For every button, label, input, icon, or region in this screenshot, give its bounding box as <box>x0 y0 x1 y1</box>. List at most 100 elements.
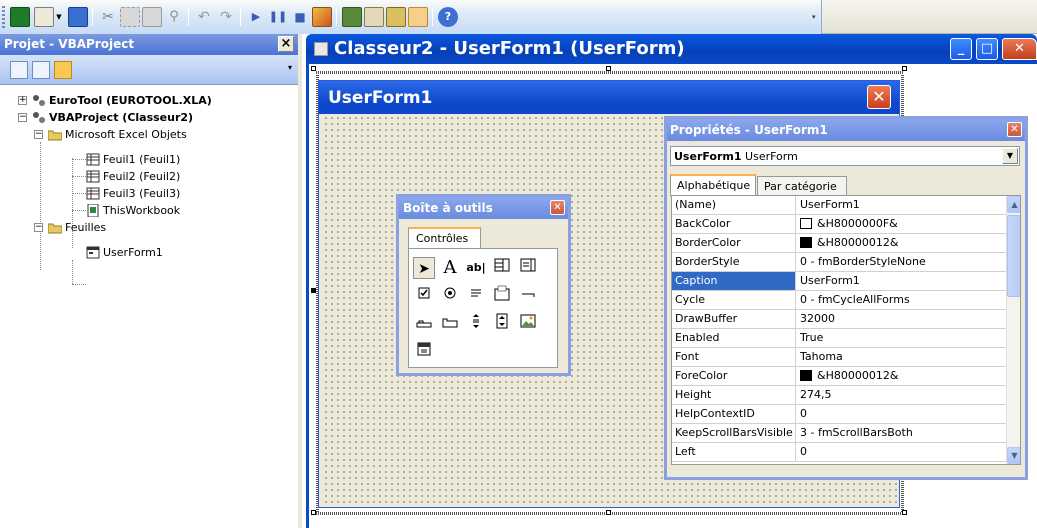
image-tool-icon[interactable] <box>517 313 539 335</box>
resize-handle[interactable] <box>606 510 611 515</box>
property-value[interactable]: UserForm1 <box>797 272 1006 290</box>
scrollbar-tool-icon[interactable] <box>465 313 487 335</box>
cut-icon[interactable]: ✂ <box>98 7 118 27</box>
resize-handle[interactable] <box>902 510 907 515</box>
tree-item-excel-objects[interactable]: − Microsoft Excel Objets <box>34 126 187 143</box>
userform-titlebar[interactable]: UserForm1 ✕ <box>319 81 899 114</box>
tree-item-feuil1[interactable]: Feuil1 (Feuil1) <box>86 151 180 168</box>
stop-icon[interactable]: ■ <box>290 7 310 27</box>
property-value[interactable]: &H8000000F& <box>797 215 1006 233</box>
property-value[interactable]: Tahoma <box>797 348 1006 366</box>
property-row[interactable]: Left 0 <box>672 443 1006 462</box>
textbox-tool-icon[interactable]: ab| <box>465 257 487 279</box>
property-value[interactable]: 32000 <box>797 310 1006 328</box>
toolbox-icon[interactable] <box>408 7 428 27</box>
expand-plus-icon[interactable]: + <box>18 96 27 105</box>
label-tool-icon[interactable]: A <box>439 257 461 279</box>
maximize-button[interactable]: □ <box>976 38 998 60</box>
property-row[interactable]: BorderColor &H80000012& <box>672 234 1006 253</box>
properties-window-icon[interactable] <box>364 7 384 27</box>
toolbar-options-icon[interactable]: ▾ <box>812 0 820 21</box>
collapse-minus-icon[interactable]: − <box>34 130 43 139</box>
run-icon[interactable]: ▶ <box>246 7 266 27</box>
property-row[interactable]: Font Tahoma <box>672 348 1006 367</box>
project-explorer-icon[interactable] <box>342 7 362 27</box>
designer-window-titlebar[interactable]: Classeur2 - UserForm1 (UserForm) _ □ ✕ <box>306 34 1037 64</box>
property-value[interactable]: 0 - fmBorderStyleNone <box>797 253 1006 271</box>
undo-icon[interactable]: ↶ <box>194 7 214 27</box>
chevron-down-icon[interactable]: ▼ <box>1002 148 1018 164</box>
tab-alphabetique[interactable]: Alphabétique <box>670 174 756 196</box>
tree-item-userform1[interactable]: UserForm1 <box>86 244 163 261</box>
property-row[interactable]: BackColor &H8000000F& <box>672 215 1006 234</box>
resize-handle[interactable] <box>311 66 316 71</box>
scroll-up-icon[interactable]: ▲ <box>1007 196 1020 213</box>
close-button[interactable]: ✕ <box>1002 38 1037 60</box>
tree-item-vbaproject[interactable]: − VBAProject (Classeur2) <box>18 109 193 126</box>
property-row[interactable]: KeepScrollBarsVisible 3 - fmScrollBarsBot… <box>672 424 1006 443</box>
property-row[interactable]: Height 274,5 <box>672 386 1006 405</box>
resize-handle[interactable] <box>311 288 316 293</box>
property-value[interactable]: 0 <box>797 443 1006 461</box>
property-value[interactable]: &H80000012& <box>797 234 1006 252</box>
tabstrip-tool-icon[interactable] <box>413 313 435 335</box>
tree-item-thisworkbook[interactable]: ThisWorkbook <box>86 202 180 219</box>
chevron-down-icon[interactable]: ▼ <box>54 7 64 27</box>
close-icon[interactable]: ✕ <box>867 85 891 109</box>
frame-tool-icon[interactable] <box>491 285 513 307</box>
minimize-button[interactable]: _ <box>950 38 972 60</box>
property-value[interactable]: UserForm1 <box>797 196 1006 214</box>
toolbox-titlebar[interactable]: Boîte à outils ✕ <box>399 197 568 219</box>
property-row[interactable]: ForeColor &H80000012& <box>672 367 1006 386</box>
property-row[interactable]: HelpContextID 0 <box>672 405 1006 424</box>
paste-icon[interactable] <box>142 7 162 27</box>
object-browser-icon[interactable] <box>386 7 406 27</box>
multipage-tool-icon[interactable] <box>439 313 461 335</box>
find-icon[interactable]: ⚲ <box>164 7 184 27</box>
property-row[interactable]: DrawBuffer 32000 <box>672 310 1006 329</box>
view-object-icon[interactable] <box>32 61 50 79</box>
checkbox-tool-icon[interactable] <box>413 285 435 307</box>
resize-handle[interactable] <box>606 66 611 71</box>
property-row[interactable]: Enabled True <box>672 329 1006 348</box>
redo-icon[interactable]: ↷ <box>216 7 236 27</box>
toggle-folders-icon[interactable] <box>54 61 72 79</box>
property-value[interactable]: True <box>797 329 1006 347</box>
close-icon[interactable]: ✕ <box>550 200 565 215</box>
view-code-icon[interactable] <box>10 61 28 79</box>
property-value[interactable]: 3 - fmScrollBarsBoth <box>797 424 1006 442</box>
tree-item-eurotool[interactable]: + EuroTool (EUROTOOL.XLA) <box>18 92 212 109</box>
object-selector-combo[interactable]: UserForm1 UserForm ▼ <box>670 146 1020 166</box>
property-row[interactable]: BorderStyle 0 - fmBorderStyleNone <box>672 253 1006 272</box>
toolbar-options-icon[interactable]: ▾ <box>288 63 292 72</box>
combobox-tool-icon[interactable] <box>491 257 513 279</box>
property-value[interactable]: 0 - fmCycleAllForms <box>797 291 1006 309</box>
pause-icon[interactable]: ❚❚ <box>268 7 288 27</box>
listbox-tool-icon[interactable] <box>517 257 539 279</box>
refedit-tool-icon[interactable] <box>413 341 435 363</box>
help-icon[interactable]: ? <box>438 7 458 27</box>
property-value[interactable]: 0 <box>797 405 1006 423</box>
pointer-tool-icon[interactable]: ➤ <box>413 257 435 279</box>
spinbutton-tool-icon[interactable] <box>491 313 513 335</box>
copy-icon[interactable] <box>120 7 140 27</box>
collapse-minus-icon[interactable]: − <box>18 113 27 122</box>
close-icon[interactable]: × <box>278 36 294 52</box>
tab-controles[interactable]: Contrôles <box>408 227 481 249</box>
tree-item-feuil2[interactable]: Feuil2 (Feuil2) <box>86 168 180 185</box>
insert-userform-icon[interactable] <box>34 7 54 27</box>
excel-view-icon[interactable] <box>10 7 30 27</box>
property-value[interactable]: &H80000012& <box>797 367 1006 385</box>
scroll-down-icon[interactable]: ▼ <box>1007 447 1020 464</box>
optionbutton-tool-icon[interactable] <box>439 285 461 307</box>
commandbutton-tool-icon[interactable] <box>517 285 539 307</box>
resize-handle[interactable] <box>311 510 316 515</box>
vertical-scrollbar[interactable]: ▲ ▼ <box>1006 196 1020 464</box>
tab-par-categorie[interactable]: Par catégorie <box>757 176 847 196</box>
property-row[interactable]: Cycle 0 - fmCycleAllForms <box>672 291 1006 310</box>
properties-titlebar[interactable]: Propriétés - UserForm1 ✕ <box>667 119 1025 141</box>
toolbar-grip[interactable] <box>2 6 5 28</box>
tree-item-feuilles[interactable]: − Feuilles <box>34 219 106 236</box>
collapse-minus-icon[interactable]: − <box>34 223 43 232</box>
scroll-thumb[interactable] <box>1007 215 1020 297</box>
